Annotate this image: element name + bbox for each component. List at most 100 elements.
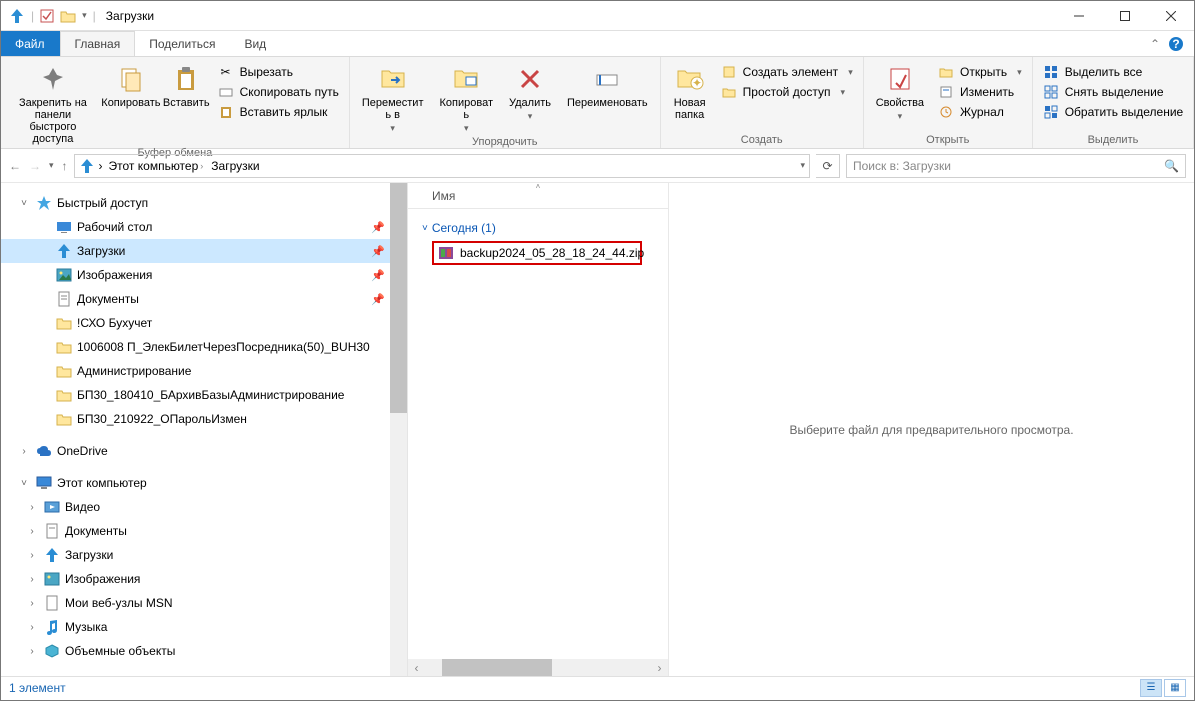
expand-icon[interactable]: › [25,574,39,585]
tree-item[interactable]: БП30_180410_БАрхивБазыАдминистрирование [1,383,407,407]
address-row: ← → ▾ ↑ › Этот компьютер› Загрузки ▾ ⟳ П… [1,149,1194,183]
folder-icon [43,546,61,564]
paste-shortcut-button[interactable]: Вставить ярлык [214,103,343,121]
copy-to-button[interactable]: Копироват ь ▾ [434,61,500,136]
rename-button[interactable]: Переименовать [561,61,654,111]
paste-button[interactable]: Вставить [163,61,210,111]
tree-item[interactable]: ›Изображения [1,567,407,591]
select-all-icon [1043,64,1059,80]
tree-item[interactable]: ›Загрузки [1,543,407,567]
recent-locations-button[interactable]: ▾ [49,160,54,171]
file-scroll-thumb[interactable] [442,659,552,676]
search-icon[interactable]: 🔍 [1164,159,1179,173]
tree-item[interactable]: Документы📌 [1,287,407,311]
qat-folder-icon[interactable] [60,9,76,23]
copy-button[interactable]: Копировать [103,61,159,111]
new-item-button[interactable]: Создать элемент▾ [717,63,857,81]
expand-icon[interactable]: › [17,446,31,457]
file-group-header[interactable]: ˅ Сегодня (1) [418,217,668,241]
copy-path-button[interactable]: Скопировать путь [214,83,343,101]
tree-this-pc[interactable]: ˅ Этот компьютер [1,471,407,495]
maximize-button[interactable] [1102,1,1148,31]
view-large-icons-button[interactable]: ▦ [1164,679,1186,697]
collapse-icon[interactable]: ˅ [422,223,428,234]
tree-item[interactable]: БП30_210922_ОПарольИзмен [1,407,407,431]
pin-to-quick-access-button[interactable]: Закрепить на панели быстрого доступа [7,61,99,147]
expand-icon[interactable]: › [25,502,39,513]
edit-button[interactable]: Изменить [934,83,1026,101]
tree-quick-access[interactable]: ˅ Быстрый доступ [1,191,407,215]
forward-button[interactable]: → [29,159,41,173]
ribbon-group-open: Свойства ▾ Открыть▾ Изменить Журнал Откр… [864,57,1033,148]
tab-view[interactable]: Вид [230,31,281,56]
folder-icon [43,618,61,636]
properties-button[interactable]: Свойства ▾ [870,61,930,124]
tree-item[interactable]: Администрирование [1,359,407,383]
chevron-down-icon: ▾ [898,111,903,122]
file-item[interactable]: backup2024_05_28_18_24_44.zip [432,241,642,265]
qat-checkbox-icon[interactable] [40,9,54,23]
minimize-button[interactable] [1056,1,1102,31]
select-all-button[interactable]: Выделить все [1039,63,1188,81]
move-to-button[interactable]: Переместит ь в ▾ [356,61,430,136]
search-input[interactable]: Поиск в: Загрузки 🔍 [846,154,1186,178]
column-header-name[interactable]: ˄ Имя [408,183,668,209]
new-folder-button[interactable]: ✦ Новая папка [667,61,713,123]
tree-scroll-thumb[interactable] [390,183,407,413]
tree-item[interactable]: ›Документы [1,519,407,543]
breadcrumb-segment[interactable]: Загрузки [209,159,261,173]
folder-icon [43,498,61,516]
folder-icon [55,386,73,404]
move-to-icon [377,63,409,95]
svg-text:✦: ✦ [692,76,702,90]
collapse-ribbon-icon[interactable]: ⌃ [1150,37,1160,51]
file-horizontal-scrollbar[interactable]: ‹ › [408,659,668,676]
collapse-icon[interactable]: ˅ [17,198,31,209]
tree-item[interactable]: ›Музыка [1,615,407,639]
history-button[interactable]: Журнал [934,103,1026,121]
cut-button[interactable]: ✂Вырезать [214,63,343,81]
up-button[interactable]: ↑ [62,159,68,173]
select-none-button[interactable]: Снять выделение [1039,83,1188,101]
expand-icon[interactable]: › [25,622,39,633]
tree-item[interactable]: !СХО Бухучет [1,311,407,335]
tab-file[interactable]: Файл [1,31,60,56]
tree-item[interactable]: Изображения📌 [1,263,407,287]
collapse-icon[interactable]: ˅ [17,478,31,489]
folder-icon [43,570,61,588]
tree-item[interactable]: ›Мои веб-узлы MSN [1,591,407,615]
open-button[interactable]: Открыть▾ [934,63,1026,81]
delete-icon [514,63,546,95]
tree-item[interactable]: ›Видео [1,495,407,519]
chevron-right-icon[interactable]: › [99,159,103,173]
back-button[interactable]: ← [9,159,21,173]
help-icon[interactable]: ? [1168,36,1184,52]
expand-icon[interactable]: › [25,646,39,657]
tree-item[interactable]: ›Объемные объекты [1,639,407,663]
tree-item[interactable]: 1006008 П_ЭлекБилетЧерезПосредника(50)_B… [1,335,407,359]
address-bar[interactable]: › Этот компьютер› Загрузки ▾ [74,154,810,178]
file-list: ˄ Имя ˅ Сегодня (1) backup2024_05_28_18_… [408,183,668,676]
folder-icon [55,218,73,236]
expand-icon[interactable]: › [25,598,39,609]
invert-selection-button[interactable]: Обратить выделение [1039,103,1188,121]
close-button[interactable] [1148,1,1194,31]
easy-access-button[interactable]: Простой доступ▾ [717,83,857,101]
address-dropdown-icon[interactable]: ▾ [800,160,805,171]
tree-item[interactable]: Рабочий стол📌 [1,215,407,239]
expand-icon[interactable]: › [25,550,39,561]
qat-dropdown-icon[interactable]: ▾ [82,10,87,21]
delete-button[interactable]: Удалить ▾ [503,61,557,124]
view-details-button[interactable]: ☰ [1140,679,1162,697]
properties-icon [884,63,916,95]
tree-item[interactable]: Загрузки📌 [1,239,407,263]
expand-icon[interactable]: › [25,526,39,537]
tab-home[interactable]: Главная [60,31,136,56]
folder-icon [43,522,61,540]
tab-share[interactable]: Поделиться [135,31,230,56]
chevron-right-icon[interactable]: › [200,161,203,171]
tree-onedrive[interactable]: › OneDrive [1,439,407,463]
refresh-button[interactable]: ⟳ [816,154,840,178]
pin-icon: 📌 [371,245,385,258]
breadcrumb-segment[interactable]: Этот компьютер› [107,159,206,173]
